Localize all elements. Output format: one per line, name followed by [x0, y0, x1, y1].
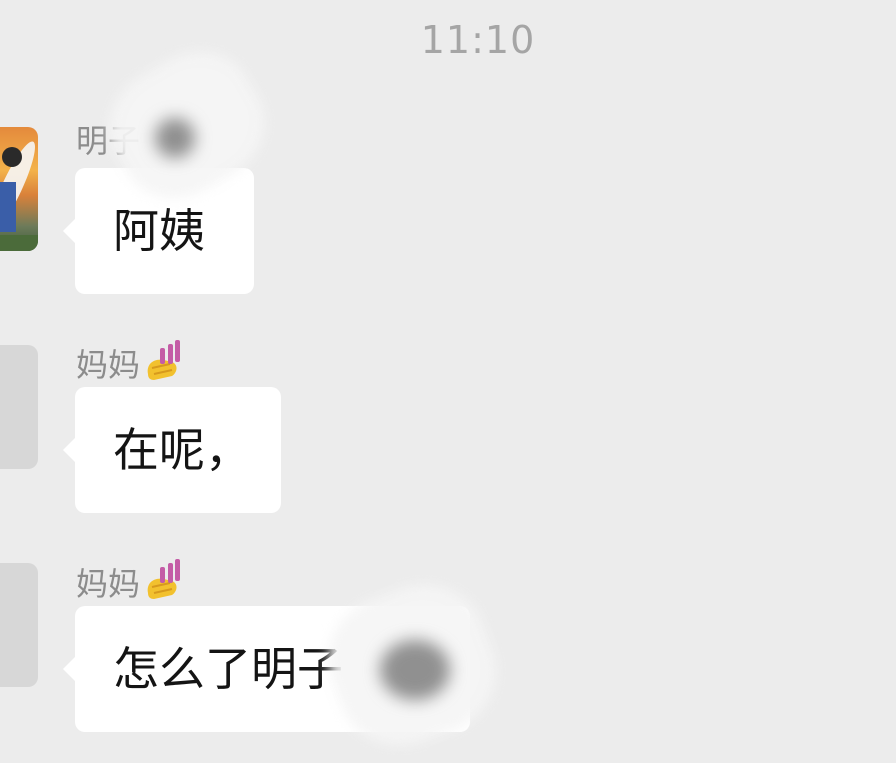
chat-timestamp: 11:10	[420, 18, 536, 62]
sender-name: 妈妈	[76, 334, 186, 390]
message-text: 在呢，	[113, 423, 251, 477]
redaction-mark	[380, 640, 450, 700]
sender-name-text: 妈妈	[76, 346, 141, 384]
avatar[interactable]	[0, 127, 38, 251]
message-bubble[interactable]: 在呢，	[63, 387, 281, 513]
nail-polish-icon	[142, 553, 186, 609]
avatar[interactable]	[0, 345, 38, 469]
sender-name: 妈妈	[76, 553, 186, 609]
redaction-mark	[155, 118, 195, 158]
message-text: 怎么了明子	[113, 642, 343, 696]
sender-name-text: 妈妈	[76, 565, 141, 603]
nail-polish-icon	[142, 334, 186, 390]
avatar-photo-image	[0, 141, 38, 251]
message-text: 阿姨	[113, 204, 205, 258]
avatar[interactable]	[0, 563, 38, 687]
